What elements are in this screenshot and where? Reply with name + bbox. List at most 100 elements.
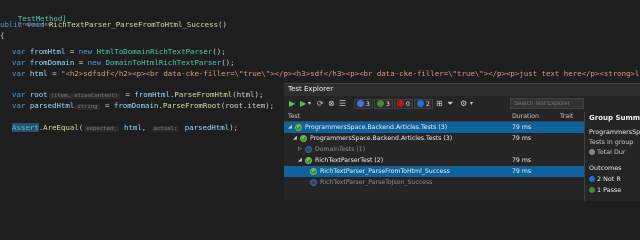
test-explorer-titlebar[interactable]: Test Explorer: [284, 84, 640, 96]
collapse-arrow-icon[interactable]: ◢: [298, 155, 302, 166]
test-row-name: RichTextParser_ParseFromToHtml_Success: [320, 168, 450, 175]
test-row[interactable]: ◢ ✓ ProgrammersSpace.Backend.Articles.Te…: [284, 122, 584, 133]
test-row[interactable]: ✓ RichTextParser_ParseFromToHtml_Success…: [284, 166, 584, 177]
operator: =: [65, 47, 79, 56]
summary-outcome-not-run-label: 2 Not R: [597, 175, 621, 183]
group-summary-title: Group Summary: [589, 114, 640, 122]
object-ref: fromHtml: [134, 90, 170, 99]
rerun-icon[interactable]: ⟳: [317, 99, 324, 109]
code-line-assert[interactable]: Assert.AreEqual(expected: html, actual: …: [12, 122, 238, 133]
keyword-new: new: [78, 47, 97, 56]
call-tail: ();: [212, 47, 226, 56]
variable-root: root: [29, 90, 48, 99]
cancel-icon[interactable]: ⊗: [328, 99, 335, 109]
test-row[interactable]: RichTextParser_ParseToJson_Success: [284, 177, 584, 188]
badge-total[interactable]: 3: [354, 99, 373, 109]
method-modifiers: ublic void: [0, 20, 49, 29]
column-test[interactable]: Test: [288, 113, 300, 120]
column-traits[interactable]: Trait: [560, 113, 573, 120]
method-call: .AreEqual: [38, 123, 79, 132]
object-ref: fromDomain: [113, 101, 159, 110]
call-args: (root.item);: [220, 101, 275, 110]
test-list-header: Test Duration Trait: [284, 112, 584, 122]
code-line-fromhtml[interactable]: var fromHtml = new HtmlToDomainRichTextP…: [12, 46, 226, 57]
paren-open: (: [78, 123, 84, 132]
variable-fromhtml: fromHtml: [29, 47, 66, 56]
badge-total-count: 3: [366, 101, 370, 108]
type-name: DomainToHtmlRichTextParser: [105, 58, 222, 67]
test-explorer-search-input[interactable]: [510, 98, 584, 109]
not-run-icon: [589, 176, 595, 182]
test-list[interactable]: ◢ ✓ ProgrammersSpace.Backend.Articles.Te…: [284, 122, 584, 201]
run-dropdown-icon[interactable]: ▾: [308, 99, 311, 109]
test-row-name: DomainTests (1): [315, 146, 366, 153]
keyword-var: var: [12, 101, 30, 110]
summary-total-duration-label: Total Dur: [597, 148, 626, 156]
operator: =: [74, 58, 88, 67]
method-parens: (): [218, 20, 227, 29]
open-brace: {: [0, 31, 5, 40]
summary-outcomes-label: Outcomes: [589, 164, 622, 172]
code-line-root[interactable]: var root (item, aliasContent) = fromHtml.…: [12, 89, 263, 100]
test-row-name: RichTextParserTest (2): [315, 157, 384, 164]
test-row[interactable]: ▷ DomainTests (1): [284, 144, 584, 155]
badge-passed[interactable]: 3: [374, 99, 393, 109]
code-line-method-signature[interactable]: ublic void RichTextParser_ParseFromToHtm…: [0, 19, 227, 30]
test-row-name: ProgrammersSpace.Backend.Articles.Tests …: [305, 124, 448, 131]
test-row-name: ProgrammersSpace.Backend.Articles.Tests …: [310, 135, 453, 142]
test-row[interactable]: ◢ ✓ ProgrammersSpace.Backend.Articles.Te…: [284, 133, 584, 144]
code-line-parsedhtml[interactable]: var parsedHtml string = fromDomain.ParseF…: [12, 100, 274, 111]
call-args: (html);: [232, 90, 264, 99]
run-icon[interactable]: ▶: [300, 99, 306, 109]
test-row[interactable]: ◢ ✓ RichTextParserTest (2) 79 ms: [284, 155, 584, 166]
column-duration[interactable]: Duration: [512, 113, 539, 120]
summary-total-duration: Total Dur: [589, 148, 626, 156]
summary-outcome-not-run: 2 Not R: [589, 175, 621, 183]
keyword-new: new: [87, 58, 106, 67]
collapse-arrow-icon[interactable]: ◢: [293, 133, 297, 144]
filter-icon[interactable]: ⏷: [447, 99, 453, 109]
playlist-icon[interactable]: ☰: [339, 99, 346, 109]
type-name: HtmlToDomainRichTextParser: [96, 47, 213, 56]
test-explorer-title: Test Explorer: [288, 85, 334, 93]
badge-not-run[interactable]: 2: [414, 99, 433, 109]
badge-failed[interactable]: 0: [394, 99, 413, 109]
operator: =: [47, 69, 61, 78]
argument-html: html: [119, 123, 142, 132]
summary-tests-in-group: Tests in group: [589, 138, 634, 146]
passed-icon: ✓: [305, 157, 312, 164]
passed-icon: ✓: [300, 135, 307, 142]
variable-fromdomain: fromDomain: [29, 58, 75, 67]
summary-outcome-passed-label: 1 Passe: [597, 186, 622, 194]
code-line-html[interactable]: var html = "<h2>sdfsdf</h2><p><br data-c…: [12, 68, 639, 79]
code-line-fromdomain[interactable]: var fromDomain = new DomainToHtmlRichTex…: [12, 57, 235, 68]
keyword-var: var: [12, 58, 30, 67]
collapse-arrow-icon[interactable]: ◢: [288, 122, 292, 133]
expand-arrow-icon[interactable]: ▷: [298, 144, 302, 155]
group-summary-pane: Group Summary ProgrammersSp Tests in gro…: [584, 112, 640, 201]
settings-dropdown-icon[interactable]: ▾: [470, 99, 473, 109]
test-row-duration: 79 ms: [512, 168, 532, 175]
test-row-name: RichTextParser_ParseToJson_Success: [320, 179, 433, 186]
method-call: .ParseFromRoot: [158, 101, 221, 110]
test-row-duration: 79 ms: [512, 124, 532, 131]
badge-not-run-count: 2: [426, 101, 430, 108]
variable-parsedhtml: parsedHtml: [29, 101, 75, 110]
operator: =: [120, 90, 135, 99]
settings-icon[interactable]: ⚙: [460, 99, 467, 109]
comma: ,: [141, 123, 151, 132]
argument-parsedhtml: parsedHtml: [180, 123, 230, 132]
test-explorer-panel[interactable]: Test Explorer ▶ ▶ ▾ ⟳ ⊗ ☰ 3 3 0 2 ⊞ ⏷ ⚙ …: [284, 83, 640, 201]
string-literal: "<h2>sdfsdf</h2><p><br data-cke-filler=\…: [60, 69, 640, 78]
group-by-icon[interactable]: ⊞: [436, 99, 443, 109]
method-call: .ParseFromHtml: [169, 90, 233, 99]
summary-project-name: ProgrammersSp: [589, 128, 640, 136]
code-line-brace[interactable]: {: [0, 30, 4, 41]
call-tail: ();: [221, 58, 235, 67]
not-run-icon: [305, 146, 312, 153]
run-all-icon[interactable]: ▶: [289, 99, 295, 109]
assert-class: Assert: [12, 123, 39, 132]
clock-icon: [589, 149, 595, 155]
passed-icon: [589, 187, 595, 193]
passed-icon: ✓: [295, 124, 302, 131]
